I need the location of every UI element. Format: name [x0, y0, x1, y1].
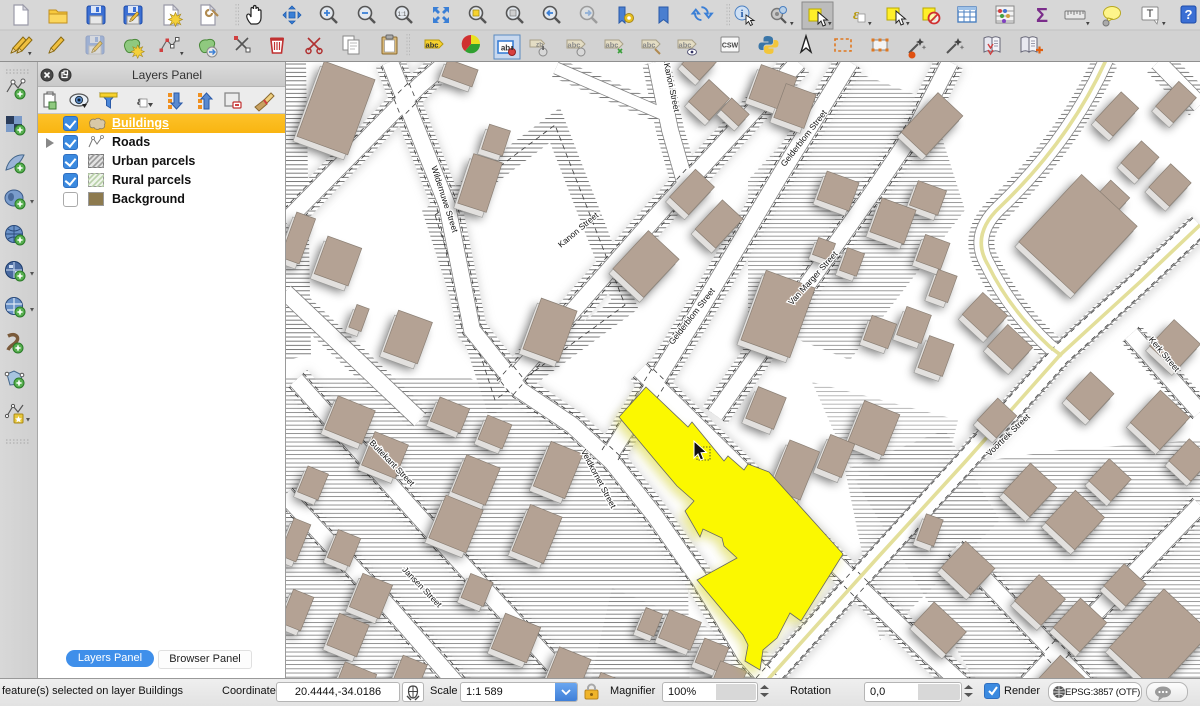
svg-text:zb: zb — [536, 42, 543, 49]
svg-text:1:1: 1:1 — [397, 11, 406, 18]
svg-text:Layers Panel: Layers Panel — [132, 68, 202, 82]
